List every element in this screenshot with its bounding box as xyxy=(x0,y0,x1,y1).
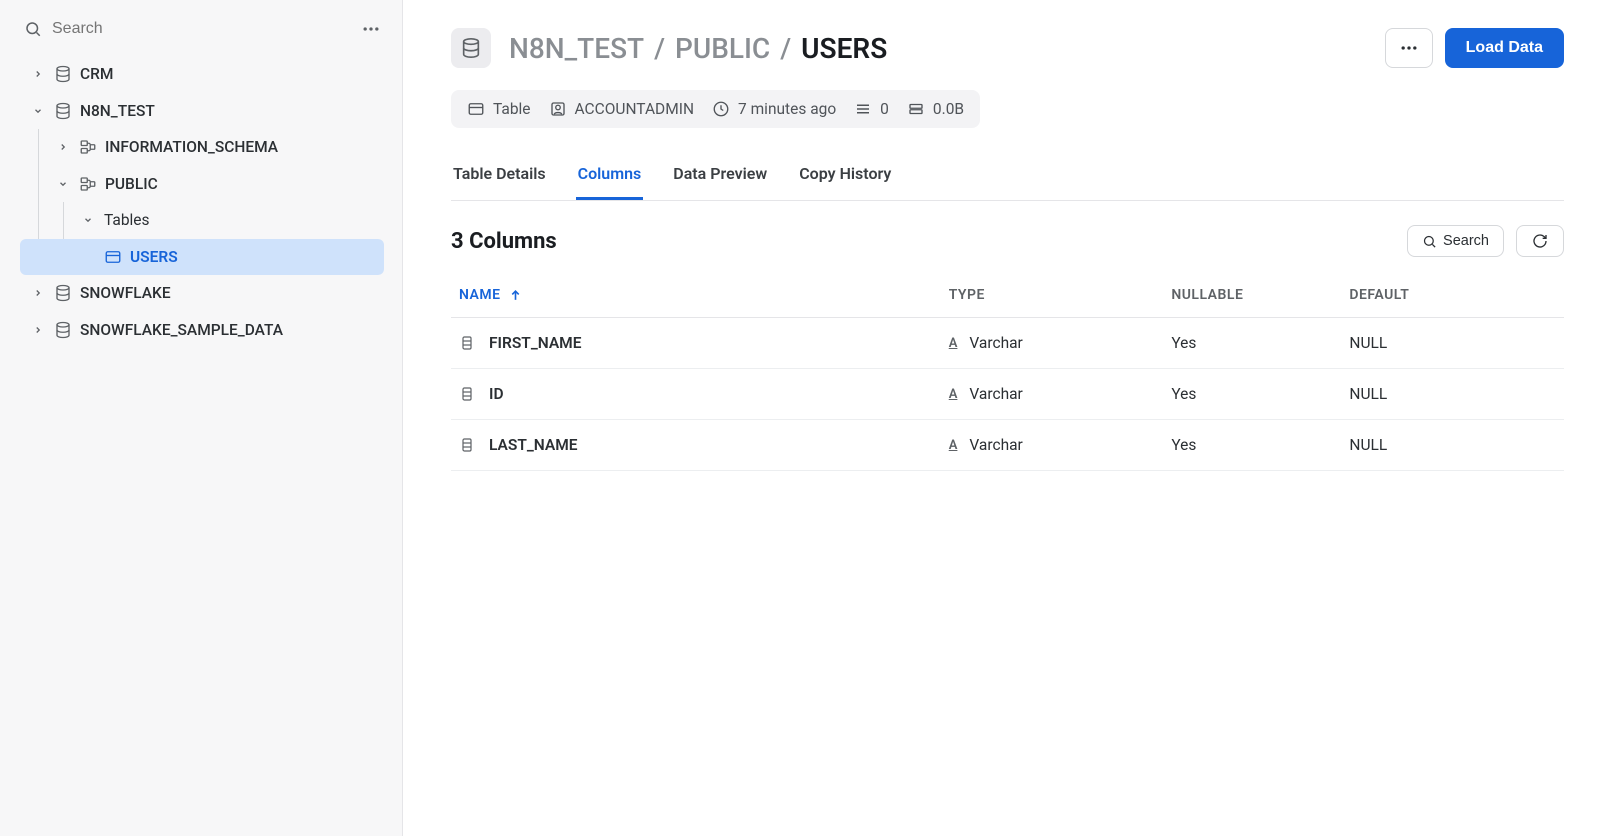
meta-rows: 0 xyxy=(854,100,889,118)
tree-label: USERS xyxy=(130,248,178,266)
meta-bar: Table ACCOUNTADMIN 7 minutes ago 0 0.0B xyxy=(451,90,980,128)
sort-asc-icon xyxy=(509,289,522,302)
table-row[interactable]: LAST_NAME AVarchar Yes NULL xyxy=(451,420,1564,471)
tree-label: CRM xyxy=(80,65,113,83)
table-row[interactable]: ID AVarchar Yes NULL xyxy=(451,369,1564,420)
column-icon xyxy=(459,335,475,351)
table-row[interactable]: FIRST_NAME AVarchar Yes NULL xyxy=(451,318,1564,369)
chevron-right-icon xyxy=(30,69,46,79)
storage-icon xyxy=(907,100,925,118)
meta-role: ACCOUNTADMIN xyxy=(549,100,695,118)
col-header-name[interactable]: NAME xyxy=(451,273,941,318)
chevron-right-icon xyxy=(55,142,71,152)
col-header-nullable[interactable]: NULLABLE xyxy=(1163,273,1341,318)
search-input[interactable] xyxy=(52,20,212,38)
breadcrumb-schema[interactable]: PUBLIC xyxy=(675,32,770,65)
search-icon xyxy=(24,20,42,38)
col-header-default[interactable]: DEFAULT xyxy=(1341,273,1564,318)
tree-item-public[interactable]: PUBLIC xyxy=(19,166,384,203)
table-icon xyxy=(104,248,122,266)
sidebar-more-button[interactable] xyxy=(358,16,384,42)
tree-item-n8n-test[interactable]: N8N_TEST xyxy=(18,93,384,130)
database-icon xyxy=(54,65,72,83)
sidebar: CRM N8N_TEST INFORMATION_SCHEMA PUBLIC xyxy=(0,0,403,836)
meta-object-type: Table xyxy=(467,100,531,118)
chevron-right-icon xyxy=(30,325,46,335)
column-icon xyxy=(459,386,475,402)
role-icon xyxy=(549,100,567,118)
chevron-down-icon xyxy=(55,179,71,189)
columns-search-button[interactable]: Search xyxy=(1407,225,1504,257)
tree-item-snowflake[interactable]: SNOWFLAKE xyxy=(18,275,384,312)
tree-item-crm[interactable]: CRM xyxy=(18,56,384,93)
col-header-type[interactable]: TYPE xyxy=(941,273,1164,318)
table-icon xyxy=(467,100,485,118)
columns-count-title: 3 Columns xyxy=(451,229,557,254)
database-icon xyxy=(54,284,72,302)
tree-label: N8N_TEST xyxy=(80,102,155,120)
tree-label: SNOWFLAKE_SAMPLE_DATA xyxy=(80,321,283,339)
meta-time: 7 minutes ago xyxy=(712,100,836,118)
breadcrumb-table: USERS xyxy=(801,32,887,65)
varchar-icon: A xyxy=(949,387,958,402)
tree-label: INFORMATION_SCHEMA xyxy=(105,138,278,156)
tab-copy-history[interactable]: Copy History xyxy=(797,154,893,200)
tree-item-users[interactable]: USERS xyxy=(20,239,384,276)
more-actions-button[interactable] xyxy=(1385,28,1433,68)
chevron-down-icon xyxy=(80,215,96,225)
clock-icon xyxy=(712,100,730,118)
meta-size: 0.0B xyxy=(907,100,964,118)
tab-columns[interactable]: Columns xyxy=(576,154,644,200)
chevron-right-icon xyxy=(30,288,46,298)
rows-icon xyxy=(854,100,872,118)
varchar-icon: A xyxy=(949,438,958,453)
tree-label: SNOWFLAKE xyxy=(80,284,171,302)
search-icon xyxy=(1422,234,1437,249)
column-icon xyxy=(459,437,475,453)
tree-item-tables[interactable]: Tables xyxy=(20,202,384,239)
columns-table: NAME TYPE NULLABLE DEFAULT FIRST_NAME AV… xyxy=(451,273,1564,471)
database-icon xyxy=(54,102,72,120)
main-content: N8N_TEST / PUBLIC / USERS Load Data Tabl… xyxy=(403,0,1600,836)
tabs: Table Details Columns Data Preview Copy … xyxy=(451,154,1564,201)
schema-icon xyxy=(79,175,97,193)
breadcrumb: N8N_TEST / PUBLIC / USERS xyxy=(509,32,887,65)
tab-table-details[interactable]: Table Details xyxy=(451,154,548,200)
tree-item-sample-data[interactable]: SNOWFLAKE_SAMPLE_DATA xyxy=(18,312,384,349)
sidebar-search[interactable] xyxy=(24,20,212,38)
tree-label: PUBLIC xyxy=(105,175,158,193)
breadcrumb-db[interactable]: N8N_TEST xyxy=(509,32,644,65)
tree-item-information-schema[interactable]: INFORMATION_SCHEMA xyxy=(19,129,384,166)
tree-label: Tables xyxy=(104,211,150,229)
chevron-down-icon xyxy=(30,106,46,116)
table-header-icon xyxy=(451,28,491,68)
varchar-icon: A xyxy=(949,336,958,351)
refresh-button[interactable] xyxy=(1516,225,1564,257)
schema-icon xyxy=(79,138,97,156)
refresh-icon xyxy=(1532,233,1548,249)
load-data-button[interactable]: Load Data xyxy=(1445,28,1564,68)
tab-data-preview[interactable]: Data Preview xyxy=(671,154,769,200)
database-icon xyxy=(54,321,72,339)
